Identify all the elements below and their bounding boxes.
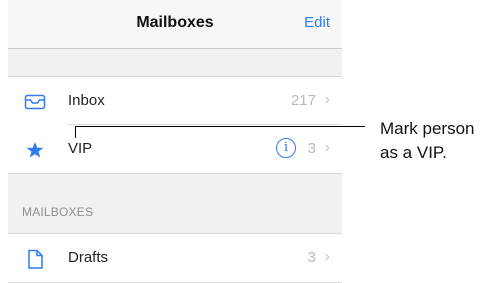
inbox-icon <box>24 91 46 113</box>
info-icon[interactable]: i <box>276 138 296 158</box>
chevron-right-icon: › <box>324 248 330 265</box>
mailbox-label: Drafts <box>68 249 109 266</box>
mailbox-row-drafts[interactable]: Drafts 3 › <box>8 234 342 282</box>
callout-leader-line <box>75 126 365 127</box>
chevron-right-icon: › <box>324 139 330 156</box>
callout-line-1: Mark person <box>380 119 475 138</box>
star-icon <box>24 139 46 161</box>
callout-leader-vertical <box>75 126 76 138</box>
mail-app-screen: Mailboxes Edit Inbox 217 › VIP i 3 › MAI… <box>8 0 342 283</box>
mailbox-label: VIP <box>68 140 93 157</box>
mailbox-group-main: Inbox 217 › VIP i 3 › <box>8 76 342 174</box>
edit-button[interactable]: Edit <box>304 14 330 31</box>
chevron-right-icon: › <box>324 91 330 108</box>
unread-count: 3 <box>307 249 316 266</box>
unread-count: 3 <box>307 140 316 157</box>
callout-annotation: Mark person as a VIP. <box>380 117 474 165</box>
mailbox-label: Inbox <box>68 92 105 109</box>
mailbox-row-inbox[interactable]: Inbox 217 › <box>8 77 342 125</box>
mailbox-row-vip[interactable]: VIP i 3 › <box>8 125 342 173</box>
page-title: Mailboxes <box>136 14 214 31</box>
mailbox-group-secondary: Drafts 3 › <box>8 233 342 283</box>
unread-count: 217 <box>290 92 316 109</box>
callout-line-2: as a VIP. <box>380 143 447 162</box>
drafts-icon <box>24 248 46 270</box>
section-header: MAILBOXES <box>22 205 94 219</box>
navigation-bar: Mailboxes Edit <box>8 0 342 49</box>
